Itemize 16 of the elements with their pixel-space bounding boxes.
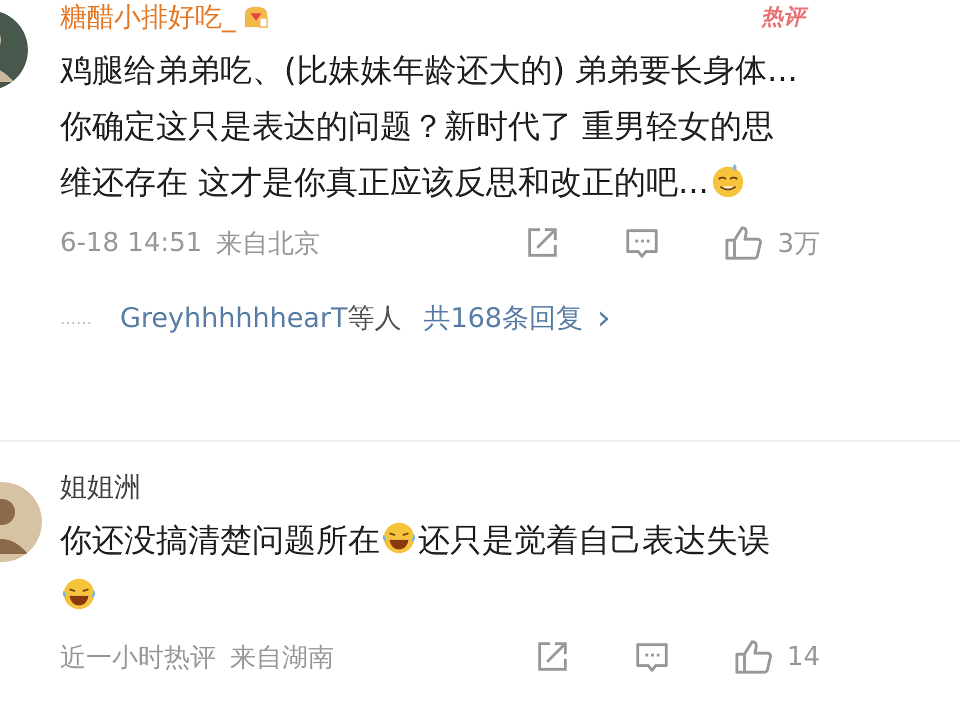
timestamp: 6-18 14:51 (60, 228, 202, 258)
like-count: 3万 (777, 228, 820, 260)
thumbs-up-icon[interactable] (732, 638, 775, 676)
timestamp: 近一小时热评 (60, 642, 216, 674)
location-text: 来自北京 (216, 228, 320, 260)
username[interactable]: 姐姐洲 (60, 469, 141, 505)
reply-count-link[interactable]: 共168条回复 (423, 300, 583, 336)
like-count: 14 (786, 642, 820, 672)
username[interactable]: 糖醋小排好吃_ (60, 0, 236, 35)
reply-users-link[interactable]: GreyhhhhhhearT (120, 302, 348, 334)
chevron-icon[interactable]: › (597, 298, 611, 338)
location-text: 来自湖南 (230, 642, 334, 674)
reply-users-suffix: 等人 (347, 302, 402, 336)
comment-text: 鸡腿给弟弟吃、(比妹妹年龄还大的) 弟弟要长身体...你确定这只是表达的问题？新时代了 重男轻女的思维还存在 这才是你真正应该反思和改正的吧... (60, 50, 799, 203)
dots-text: …… (60, 308, 92, 328)
comment-text: 你还没搞清楚问题所在 还只是觉着自己表达失误 (60, 512, 805, 624)
